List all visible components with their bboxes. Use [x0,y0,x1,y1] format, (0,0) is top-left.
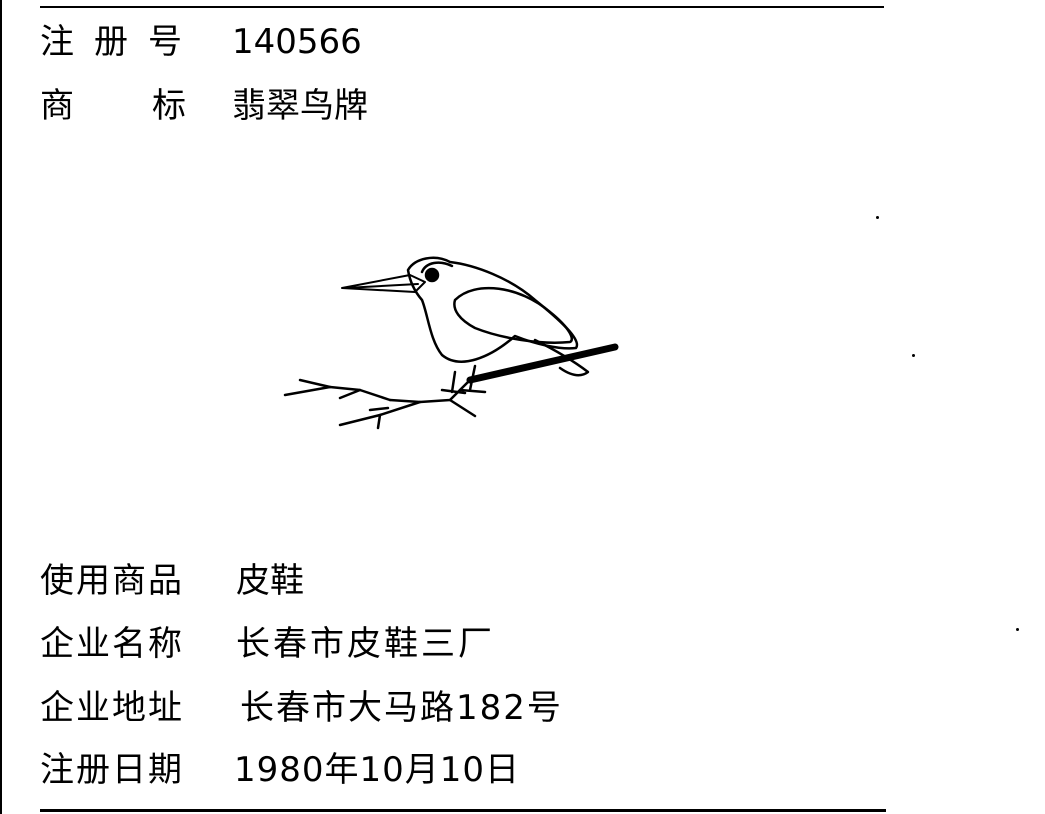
goods-value: 皮鞋 [236,561,304,601]
kingfisher-on-branch-icon [283,256,619,430]
frame-bottom-rule [40,809,886,812]
company-label: 企业名称 [40,624,184,664]
registration-number-label: 注册号 [40,22,202,62]
goods-label: 使用商品 [40,561,184,601]
registration-number-value: 140566 [232,22,362,62]
company-value: 长春市皮鞋三厂 [236,624,495,664]
date-label: 注册日期 [40,750,184,790]
scan-speck [912,354,915,357]
frame-left-rule [0,0,2,814]
address-value: 长春市大马路182号 [240,688,563,728]
scan-speck [876,216,879,219]
scan-speck [1016,628,1019,631]
frame-top-rule [40,6,884,8]
address-label: 企业地址 [40,688,184,728]
date-value: 1980年10月10日 [234,750,521,790]
trademark-value: 翡翠鸟牌 [232,86,368,126]
trademark-label: 商标 [40,86,264,126]
